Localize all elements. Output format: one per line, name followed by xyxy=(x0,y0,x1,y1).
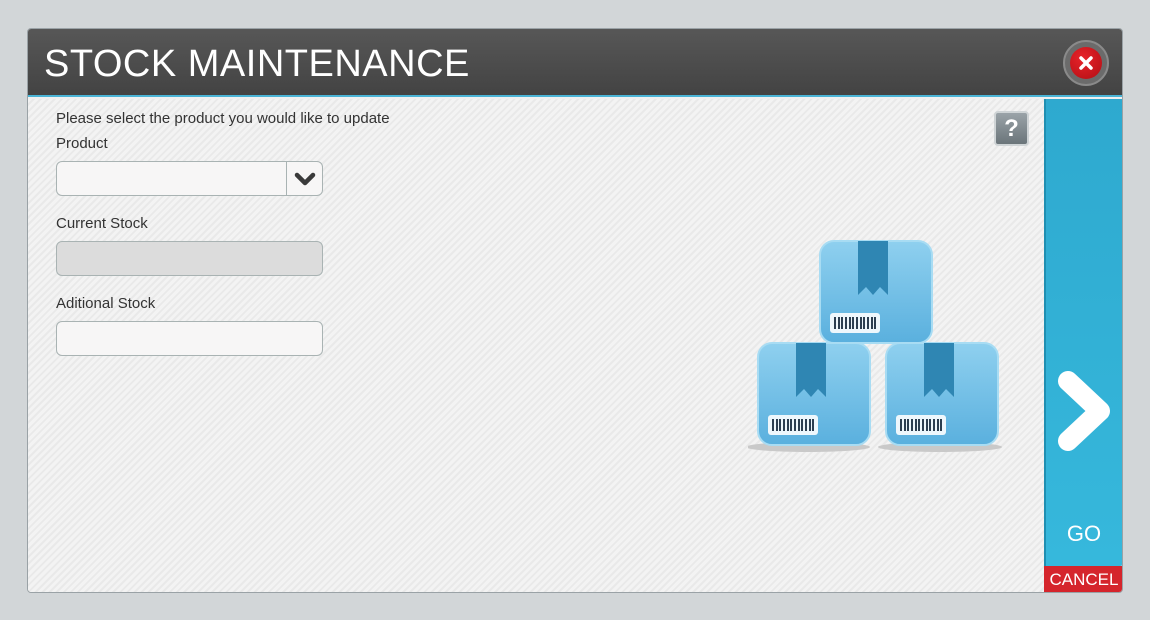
product-label: Product xyxy=(56,135,108,152)
additional-stock-input[interactable] xyxy=(57,322,322,355)
dialog-title: STOCK MAINTENANCE xyxy=(44,43,470,85)
title-bar: STOCK MAINTENANCE xyxy=(28,29,1122,97)
stock-maintenance-dialog: STOCK MAINTENANCE Please select the prod… xyxy=(27,28,1123,593)
cancel-button[interactable]: CANCEL xyxy=(1044,566,1122,592)
instruction-text: Please select the product you would like… xyxy=(56,110,390,127)
dialog-body: Please select the product you would like… xyxy=(28,99,1044,592)
current-stock-field xyxy=(56,241,323,276)
product-select-value[interactable] xyxy=(57,162,322,195)
go-label: GO xyxy=(1066,521,1102,546)
chevron-down-icon[interactable] xyxy=(286,162,322,195)
close-button[interactable] xyxy=(1063,40,1109,86)
additional-stock-label: Aditional Stock xyxy=(56,295,156,312)
current-stock-input xyxy=(57,242,322,275)
go-button[interactable]: GO xyxy=(1044,99,1122,566)
question-mark-icon: ? xyxy=(1004,114,1019,142)
boxes-icon xyxy=(746,239,1013,464)
close-icon xyxy=(1070,47,1102,79)
additional-stock-field[interactable] xyxy=(56,321,323,356)
help-button[interactable]: ? xyxy=(994,111,1029,146)
chevron-right-icon xyxy=(1054,371,1114,456)
product-select[interactable] xyxy=(56,161,323,196)
current-stock-label: Current Stock xyxy=(56,215,148,232)
